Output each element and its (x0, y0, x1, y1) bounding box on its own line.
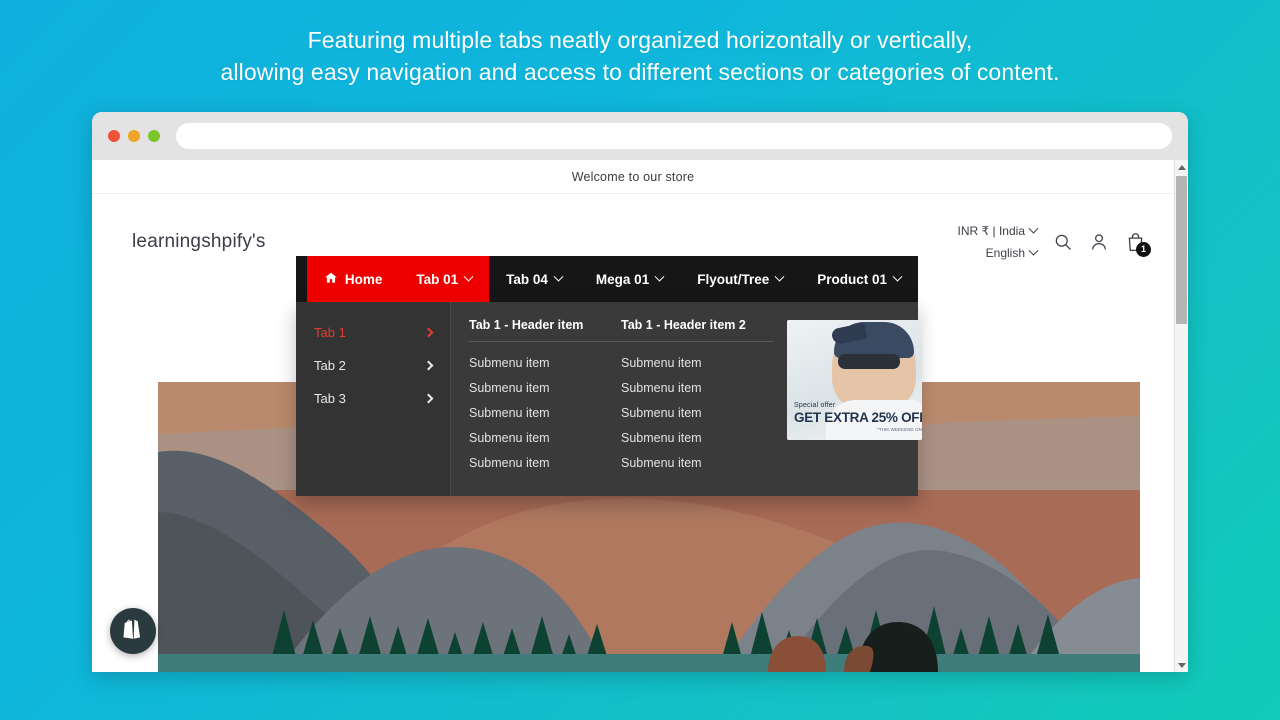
nav-item-label: Tab 01 (416, 271, 459, 287)
nav-item-label: Tab 04 (506, 271, 548, 287)
submenu-item[interactable]: Submenu item (469, 425, 621, 450)
minimize-window-icon[interactable] (128, 130, 140, 142)
vertical-tab-3[interactable]: Tab 3 (296, 382, 450, 415)
vertical-tab-1[interactable]: Tab 1 (296, 316, 450, 349)
scroll-down-button[interactable] (1175, 658, 1188, 672)
dropdown-column-2: Tab 1 - Header item 2 Submenu item Subme… (621, 318, 773, 496)
shopify-chat-button[interactable] (110, 608, 156, 654)
chevron-down-icon (1178, 662, 1186, 668)
locale-selectors: INR ₹ | India English (957, 223, 1039, 260)
browser-window: Welcome to our store learningshpify's IN… (92, 112, 1188, 672)
chevron-right-icon (423, 360, 434, 371)
promo-headline: GET EXTRA 25% OFF (794, 410, 922, 425)
maximize-window-icon[interactable] (148, 130, 160, 142)
dropdown-vertical-tabs: Tab 1 Tab 2 Tab 3 (296, 302, 451, 496)
shopify-bag-icon (120, 616, 146, 647)
chevron-up-icon (1177, 164, 1186, 170)
nav-item-label: Mega 01 (595, 271, 650, 287)
submenu-item[interactable]: Submenu item (621, 375, 773, 400)
promo-eyebrow: Special offer (794, 402, 836, 409)
submenu-item[interactable]: Submenu item (621, 400, 773, 425)
scroll-up-button[interactable] (1175, 160, 1188, 174)
search-icon[interactable] (1053, 232, 1073, 252)
currency-label: INR ₹ | India (957, 224, 1025, 238)
vertical-tab-label: Tab 3 (314, 391, 346, 406)
language-label: English (985, 246, 1025, 260)
address-bar-input[interactable] (176, 123, 1172, 149)
chevron-right-icon (423, 393, 434, 404)
vertical-tab-2[interactable]: Tab 2 (296, 349, 450, 382)
nav-item-tab-01[interactable]: Tab 01 (399, 256, 490, 302)
chevron-down-icon (774, 271, 785, 282)
column-header: Tab 1 - Header item (469, 318, 621, 342)
header-utilities: INR ₹ | India English 1 (957, 223, 1152, 260)
vertical-tab-label: Tab 2 (314, 358, 346, 373)
mega-dropdown-panel: Tab 1 Tab 2 Tab 3 Tab 1 - Header item Su… (296, 302, 922, 496)
close-window-icon[interactable] (108, 130, 120, 142)
chevron-down-icon (553, 271, 564, 282)
vertical-tab-label: Tab 1 (314, 325, 346, 340)
column-header: Tab 1 - Header item 2 (621, 318, 773, 342)
window-controls (108, 130, 160, 142)
promo-banner[interactable]: Special offer GET EXTRA 25% OFF *THIS WE… (787, 320, 922, 440)
submenu-item[interactable]: Submenu item (469, 350, 621, 375)
nav-left-pad (296, 256, 307, 302)
promo-text: Special offer GET EXTRA 25% OFF *THIS WE… (794, 402, 922, 432)
currency-selector[interactable]: INR ₹ | India (957, 223, 1039, 238)
page-scrollbar[interactable] (1174, 160, 1188, 672)
header-icon-group: 1 (1053, 232, 1151, 257)
chevron-down-icon (1028, 245, 1039, 256)
chevron-down-icon (1028, 223, 1039, 234)
submenu-item[interactable]: Submenu item (621, 350, 773, 375)
submenu-item[interactable]: Submenu item (621, 425, 773, 450)
dropdown-column-1: Tab 1 - Header item Submenu item Submenu… (469, 318, 621, 496)
page-headline: Featuring multiple tabs neatly organized… (0, 24, 1280, 88)
store-page: Welcome to our store learningshpify's IN… (92, 160, 1174, 672)
nav-item-label: Home (344, 271, 383, 287)
nav-item-label: Flyout/Tree (697, 271, 770, 287)
home-icon (324, 271, 338, 288)
chevron-down-icon (892, 271, 903, 282)
nav-item-flyout-tree[interactable]: Flyout/Tree (680, 256, 800, 302)
headline-line-1: Featuring multiple tabs neatly organized… (307, 27, 973, 53)
submenu-item[interactable]: Submenu item (469, 375, 621, 400)
account-icon[interactable] (1089, 232, 1109, 252)
language-selector[interactable]: English (985, 245, 1039, 260)
store-logo[interactable]: learningshpify's (132, 231, 266, 253)
nav-item-mega-01[interactable]: Mega 01 (579, 256, 680, 302)
nav-item-tab-04[interactable]: Tab 04 (489, 256, 579, 302)
submenu-item[interactable]: Submenu item (469, 400, 621, 425)
nav-item-home[interactable]: Home (306, 256, 400, 302)
announcement-bar: Welcome to our store (92, 160, 1174, 194)
browser-viewport: Welcome to our store learningshpify's IN… (92, 160, 1188, 672)
chevron-right-icon (423, 327, 434, 338)
announcement-text: Welcome to our store (571, 169, 695, 184)
cart-count-badge: 1 (1136, 241, 1151, 257)
chevron-down-icon (654, 271, 665, 282)
scrollbar-thumb[interactable] (1176, 176, 1187, 324)
nav-bar: Home Tab 01 Tab 04 Mega 01 Flyout/Tree P… (296, 256, 918, 302)
nav-item-product-01[interactable]: Product 01 (800, 256, 918, 302)
submenu-item[interactable]: Submenu item (621, 450, 773, 475)
dropdown-content: Tab 1 - Header item Submenu item Submenu… (451, 302, 940, 496)
nav-item-label: Product 01 (817, 271, 887, 287)
promo-footnote: *THIS WEEKEND ONLY (876, 427, 922, 432)
promo-model-sunglasses (838, 354, 900, 369)
headline-line-2: allowing easy navigation and access to d… (220, 59, 1060, 85)
submenu-item[interactable]: Submenu item (469, 450, 621, 475)
cart-icon[interactable]: 1 (1125, 232, 1151, 257)
browser-titlebar (92, 112, 1188, 160)
chevron-down-icon (463, 271, 474, 282)
main-navigation: Home Tab 01 Tab 04 Mega 01 Flyout/Tree P… (296, 256, 922, 496)
